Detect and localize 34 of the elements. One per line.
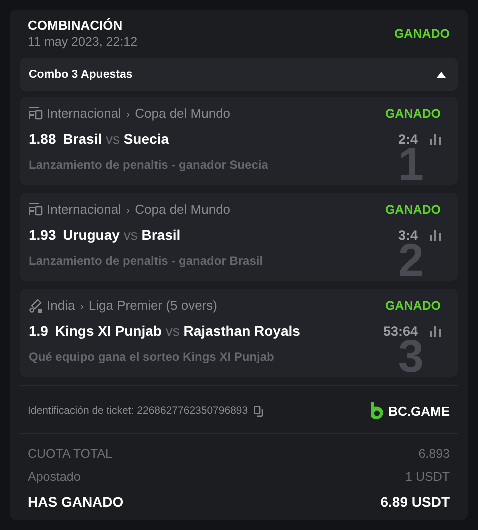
- league-path: Internacional › Copa del Mundo: [47, 106, 231, 121]
- brand-name: BC.GAME: [388, 404, 450, 418]
- bet-date: 11 may 2023, 22:12: [28, 34, 138, 50]
- match-line: 1.9 Kings XI Punjab vs Rajasthan Royals: [29, 323, 300, 339]
- match-line: 1.93 Uruguay vs Brasil: [29, 227, 181, 243]
- copy-icon[interactable]: [254, 406, 264, 416]
- caret-icon: [437, 72, 446, 78]
- market-selection: Lanzamiento de penaltis - ganador Brasil: [29, 254, 264, 268]
- total-label: Apostado: [28, 470, 81, 484]
- total-label: CUOTA TOTAL: [28, 446, 113, 460]
- market-selection: Lanzamiento de penaltis - ganador Suecia: [29, 158, 270, 172]
- status-label: GANADO: [394, 27, 450, 41]
- ticket-id: Identificación de ticket: 2268627762350796893: [28, 405, 248, 417]
- bet-status: GANADO: [385, 298, 441, 312]
- total-value: 1 USDT: [406, 470, 450, 484]
- bet-type-title: COMBINACIÓN: [28, 18, 124, 34]
- cricket-icon: [29, 298, 43, 312]
- league-path: Internacional › Copa del Mundo: [47, 202, 231, 217]
- market-selection: Qué equipo gana el sorteo Kings XI Punjab: [29, 350, 276, 364]
- total-value: 6.893: [418, 446, 450, 460]
- stats-icon[interactable]: [430, 230, 441, 240]
- brand-logo-icon: [370, 402, 384, 420]
- match-score: 53:64: [383, 324, 418, 338]
- stats-icon[interactable]: [430, 134, 441, 144]
- bet-status: GANADO: [385, 202, 441, 216]
- total-label: HAS GANADO: [28, 494, 124, 510]
- match-score: 2:4: [398, 132, 418, 146]
- total-value: 6.89 USDT: [380, 494, 450, 510]
- match-line: 1.88 Brasil vs Suecia: [29, 131, 169, 147]
- stats-icon[interactable]: [430, 326, 441, 336]
- combo-toggle[interactable]: Combo 3 Apuestas: [20, 58, 458, 91]
- league-path: India › Liga Premier (5 overs): [47, 298, 218, 313]
- match-score: 3:4: [398, 228, 418, 242]
- bet-status: GANADO: [385, 106, 441, 120]
